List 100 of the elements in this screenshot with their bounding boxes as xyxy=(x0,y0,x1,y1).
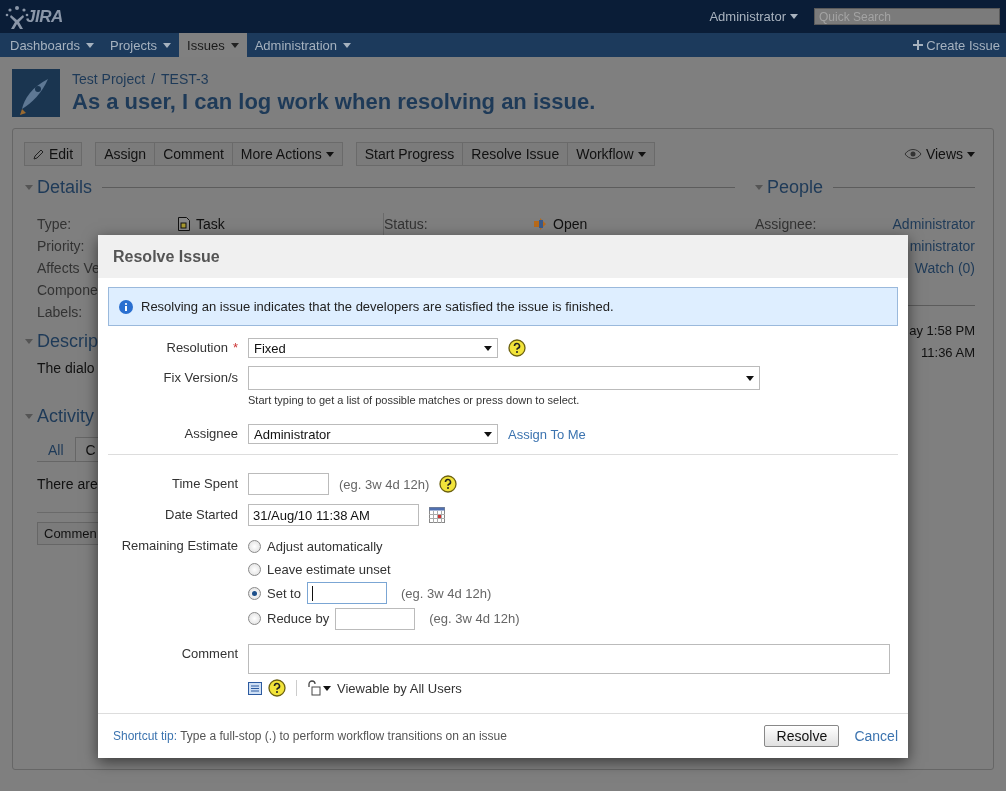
field-label: Status: xyxy=(384,215,428,234)
nav-tab[interactable]: Projects xyxy=(102,33,180,57)
select-field[interactable]: Fixed xyxy=(248,338,498,358)
field-label: Assignee: xyxy=(755,215,817,234)
help-icon[interactable] xyxy=(508,339,526,357)
people-link[interactable]: ministrator xyxy=(909,235,975,257)
format-hint: (eg. 3w 4d 12h) xyxy=(400,585,492,601)
visibility-label: Viewable by All Users xyxy=(337,680,462,696)
time-spent-field[interactable] xyxy=(248,473,329,495)
help-icon[interactable] xyxy=(268,679,286,697)
caret-icon xyxy=(323,685,331,691)
pencil-icon xyxy=(33,148,45,160)
visibility-menu-button[interactable] xyxy=(307,680,331,696)
toolbar-button[interactable]: More Actions xyxy=(231,142,343,166)
nav-tab[interactable]: Administration xyxy=(246,33,360,57)
date-text: 11:36 AM xyxy=(920,344,975,362)
info-text: Resolving an issue indicates that the developers are satisfied the issue is finished. xyxy=(141,299,614,314)
issue-key-link[interactable]: TEST-3 xyxy=(161,71,209,87)
issue-title: As a user, I can log work when resolving an issue. xyxy=(72,89,596,115)
wiki-markup-icon[interactable] xyxy=(248,681,262,695)
option-label: Reduce by xyxy=(267,611,330,626)
collapse-icon xyxy=(25,184,33,190)
description-text: The dialo xyxy=(37,360,95,376)
field-label: Priority: xyxy=(37,237,85,256)
nav-tab[interactable]: Dashboards xyxy=(2,33,103,57)
date-field[interactable]: 31/Aug/10 11:38 AM xyxy=(248,504,419,526)
status-icon xyxy=(533,217,547,231)
field-label: Resolution * xyxy=(165,339,238,357)
logo-text[interactable]: JIRA xyxy=(26,6,63,27)
caret-icon xyxy=(637,151,646,157)
date-text: ay 1:58 PM xyxy=(908,322,975,340)
caret-icon xyxy=(325,151,334,157)
people-link[interactable]: Watch (0) xyxy=(914,257,975,279)
cancel-link[interactable]: Cancel xyxy=(854,728,898,744)
user-menu[interactable]: Administrator xyxy=(709,9,790,24)
shortcut-tip-link[interactable]: Shortcut tip: xyxy=(113,729,178,743)
resolve-button[interactable]: Resolve xyxy=(764,725,840,747)
caret-icon xyxy=(746,375,754,381)
field-label: Type: xyxy=(37,215,72,234)
radio-button[interactable] xyxy=(248,586,261,600)
create-issue-link[interactable]: Create Issue xyxy=(913,33,1006,57)
field-label: Remaining Estimate xyxy=(120,537,238,555)
caret-icon xyxy=(484,345,492,351)
toolbar-button[interactable]: Workflow xyxy=(567,142,655,166)
section-heading: Activity xyxy=(37,405,94,427)
caret-icon xyxy=(343,42,352,48)
toolbar-button[interactable]: Resolve Issue xyxy=(462,142,569,166)
radio-button[interactable] xyxy=(248,612,261,625)
radio-button[interactable] xyxy=(248,563,261,576)
activity-text: There are xyxy=(37,476,98,492)
field-label: Comment xyxy=(180,645,238,663)
format-hint: (eg. 3w 4d 12h) xyxy=(339,476,430,492)
field-value: Open xyxy=(553,215,588,234)
section-heading: Details xyxy=(37,176,93,198)
collapse-icon xyxy=(755,184,763,190)
option-label: Set to xyxy=(267,585,301,601)
field-value: Task xyxy=(196,215,225,234)
plus-icon xyxy=(913,40,924,50)
toolbar-button[interactable]: Comment xyxy=(154,142,233,166)
collapse-icon xyxy=(25,338,33,344)
caret-icon xyxy=(163,42,172,48)
nav-tab[interactable]: Issues xyxy=(179,33,247,57)
views-menu[interactable]: Views xyxy=(903,146,975,162)
option-label: Leave estimate unset xyxy=(267,562,391,577)
field-label: Compone xyxy=(37,281,98,300)
field-label: Time Spent xyxy=(171,475,238,493)
comment-field[interactable] xyxy=(248,644,890,674)
people-link[interactable]: Administrator xyxy=(892,213,975,235)
activity-tab[interactable]: All xyxy=(37,437,75,461)
caret-icon xyxy=(86,42,95,48)
task-icon xyxy=(178,217,190,231)
section-heading: People xyxy=(767,176,824,198)
radio-button[interactable] xyxy=(248,540,261,553)
dialog-title: Resolve Issue xyxy=(113,247,220,266)
format-hint: (eg. 3w 4d 12h) xyxy=(429,611,520,626)
section-heading: Descrip xyxy=(37,330,98,352)
caret-icon xyxy=(484,431,492,437)
breadcrumb-separator: / xyxy=(151,71,156,87)
field-hint: Start typing to get a list of possible matches or press down to select. xyxy=(248,394,581,406)
field-label: Date Started xyxy=(164,506,238,524)
required-mark: * xyxy=(232,340,238,355)
collapse-icon xyxy=(25,413,33,419)
option-label: Adjust automatically xyxy=(267,539,383,554)
assign-to-me-link[interactable]: Assign To Me xyxy=(508,426,586,442)
select-field[interactable]: Administrator xyxy=(248,424,498,444)
caret-icon xyxy=(967,151,975,157)
rocket-icon xyxy=(12,69,60,117)
help-icon[interactable] xyxy=(439,475,458,493)
calendar-icon[interactable] xyxy=(429,507,445,523)
toolbar-button[interactable]: Start Progress xyxy=(355,142,464,166)
field-label: Labels: xyxy=(37,303,83,322)
field-label: Assignee xyxy=(183,425,238,443)
toolbar-button[interactable]: Edit xyxy=(24,142,83,166)
shortcut-tip: Shortcut tip: Type a full-stop (.) to perform workflow transitions on an issue xyxy=(113,729,508,743)
estimate-field[interactable] xyxy=(335,607,416,630)
eye-icon xyxy=(903,149,922,159)
toolbar-button[interactable]: Assign xyxy=(95,142,156,166)
estimate-field[interactable] xyxy=(306,582,387,604)
version-picker-field[interactable] xyxy=(248,366,760,390)
project-link[interactable]: Test Project xyxy=(72,71,146,87)
